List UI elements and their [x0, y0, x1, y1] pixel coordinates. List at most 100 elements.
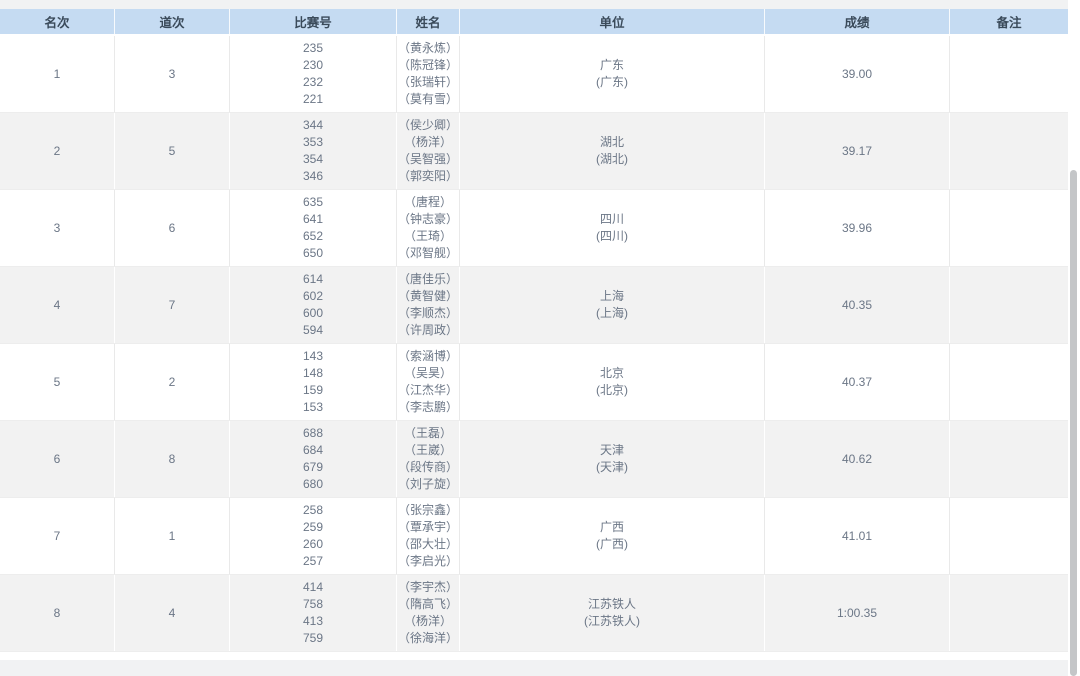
- score-value: 40.37: [842, 374, 872, 391]
- bib-cell: 258259260257: [230, 498, 397, 574]
- bib-cell: 688684679680: [230, 421, 397, 497]
- athlete-name: （王琦）: [404, 228, 452, 245]
- bib-number: 259: [303, 519, 323, 536]
- athlete-name: （李顺杰）: [398, 305, 458, 322]
- score-cell: 39.96: [765, 190, 950, 266]
- athlete-name: （黄永炼）: [398, 40, 458, 57]
- bib-number: 260: [303, 536, 323, 553]
- unit-sub-value: (广东): [596, 74, 628, 91]
- athlete-name: （覃承宇）: [398, 519, 458, 536]
- unit-cell: 北京 (北京): [460, 344, 765, 420]
- unit-sub-value: (四川): [596, 228, 628, 245]
- table-row: 7 1 258259260257 （张宗鑫）（覃承宇）（邵大壮）（李启光） 广西…: [0, 498, 1068, 575]
- athlete-name: （唐程）: [404, 194, 452, 211]
- rank-value: 1: [54, 66, 61, 83]
- athlete-name: （邵大壮）: [398, 536, 458, 553]
- athlete-name: （钟志豪）: [398, 211, 458, 228]
- table-bottom-padding: [0, 652, 1068, 660]
- rank-cell: 5: [0, 344, 115, 420]
- bib-number: 221: [303, 91, 323, 108]
- bib-number: 650: [303, 245, 323, 262]
- score-value: 40.62: [842, 451, 872, 468]
- column-header-unit: 单位: [460, 9, 765, 34]
- lane-value: 2: [169, 374, 176, 391]
- bib-number: 143: [303, 348, 323, 365]
- unit-sub-value: (湖北): [596, 151, 628, 168]
- bib-number: 232: [303, 74, 323, 91]
- rank-cell: 4: [0, 267, 115, 343]
- column-header-lane: 道次: [115, 9, 230, 34]
- bib-number: 153: [303, 399, 323, 416]
- vertical-scrollbar[interactable]: [1068, 0, 1080, 676]
- athlete-name: （张瑞轩）: [398, 74, 458, 91]
- bib-cell: 235230232221: [230, 36, 397, 112]
- bib-number: 344: [303, 117, 323, 134]
- rank-value: 6: [54, 451, 61, 468]
- column-header-name: 姓名: [397, 9, 460, 34]
- athlete-name: （陈冠锋）: [398, 57, 458, 74]
- bib-cell: 614602600594: [230, 267, 397, 343]
- lane-value: 3: [169, 66, 176, 83]
- athlete-name: （吴智强）: [398, 151, 458, 168]
- bib-number: 354: [303, 151, 323, 168]
- bib-number: 346: [303, 168, 323, 185]
- unit-sub-value: (上海): [596, 305, 628, 322]
- column-header-bib: 比赛号: [230, 9, 397, 34]
- athlete-name: （许周政）: [398, 322, 458, 339]
- score-cell: 40.62: [765, 421, 950, 497]
- bib-number: 759: [303, 630, 323, 647]
- table-row: 5 2 143148159153 （索涵博）（吴昊）（江杰华）（李志鹏） 北京 …: [0, 344, 1068, 421]
- page-top-gap: [0, 0, 1068, 9]
- bib-number: 600: [303, 305, 323, 322]
- bib-number: 688: [303, 425, 323, 442]
- rank-cell: 1: [0, 36, 115, 112]
- athlete-name: （江杰华）: [398, 382, 458, 399]
- score-cell: 40.37: [765, 344, 950, 420]
- athlete-name: （刘子旋）: [398, 476, 458, 493]
- athlete-name: （邓智舰）: [398, 245, 458, 262]
- rank-cell: 8: [0, 575, 115, 651]
- unit-sub-value: (江苏铁人): [584, 613, 640, 630]
- lane-value: 7: [169, 297, 176, 314]
- rank-cell: 2: [0, 113, 115, 189]
- bib-number: 602: [303, 288, 323, 305]
- lane-value: 1: [169, 528, 176, 545]
- bib-number: 148: [303, 365, 323, 382]
- score-value: 39.00: [842, 66, 872, 83]
- remark-cell: [950, 36, 1068, 112]
- athlete-name: （莫有雪）: [398, 91, 458, 108]
- athlete-name: （李宇杰）: [398, 579, 458, 596]
- lane-value: 8: [169, 451, 176, 468]
- athlete-name: （杨洋）: [404, 134, 452, 151]
- scrollbar-thumb[interactable]: [1070, 170, 1077, 676]
- score-value: 1:00.35: [837, 605, 877, 622]
- unit-value: 北京: [600, 365, 624, 382]
- name-cell: （张宗鑫）（覃承宇）（邵大壮）（李启光）: [397, 498, 460, 574]
- bib-number: 257: [303, 553, 323, 570]
- bib-number: 641: [303, 211, 323, 228]
- bib-number: 758: [303, 596, 323, 613]
- name-cell: （唐程）（钟志豪）（王琦）（邓智舰）: [397, 190, 460, 266]
- lane-value: 5: [169, 143, 176, 160]
- remark-cell: [950, 421, 1068, 497]
- unit-sub-value: (天津): [596, 459, 628, 476]
- column-header-rank: 名次: [0, 9, 115, 34]
- bib-number: 680: [303, 476, 323, 493]
- rank-value: 8: [54, 605, 61, 622]
- bib-number: 652: [303, 228, 323, 245]
- rank-value: 7: [54, 528, 61, 545]
- column-header-score: 成绩: [765, 9, 950, 34]
- unit-value: 湖北: [600, 134, 624, 151]
- remark-cell: [950, 190, 1068, 266]
- bib-number: 413: [303, 613, 323, 630]
- score-value: 40.35: [842, 297, 872, 314]
- score-cell: 1:00.35: [765, 575, 950, 651]
- name-cell: （李宇杰）（隋高飞）（杨洋）（徐海洋）: [397, 575, 460, 651]
- bib-number: 230: [303, 57, 323, 74]
- athlete-name: （段传商）: [398, 459, 458, 476]
- rank-value: 5: [54, 374, 61, 391]
- page-bottom-gap: [0, 660, 1068, 676]
- bib-number: 159: [303, 382, 323, 399]
- score-value: 39.17: [842, 143, 872, 160]
- score-cell: 41.01: [765, 498, 950, 574]
